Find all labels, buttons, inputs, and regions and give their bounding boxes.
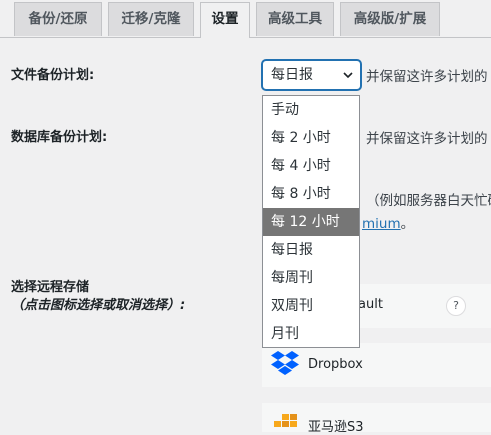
note-suffix: 。 (400, 216, 415, 232)
dropbox-label: Dropbox (308, 357, 363, 372)
nav-tabs: 备份/还原 迁移/克隆 设置 高级工具 高级版/扩展 (0, 0, 491, 38)
file-retain-text: 并保留这许多计划的 (366, 69, 488, 85)
dropbox-icon (271, 351, 299, 375)
premium-link[interactable]: mium (362, 216, 401, 232)
storage-option-amazon-s3[interactable]: 亚马逊S3 (262, 403, 491, 435)
tab-backup-restore[interactable]: 备份/还原 (14, 2, 102, 36)
option-fortnightly[interactable]: 双周刊 (263, 292, 359, 320)
tab-migrate-clone[interactable]: 迁移/克隆 (108, 2, 194, 36)
option-every-12-hours[interactable]: 每 12 小时 (263, 208, 359, 236)
remote-storage-label: 选择远程存储 (11, 280, 90, 295)
help-icon[interactable]: ? (446, 296, 466, 316)
tab-settings[interactable]: 设置 (200, 2, 250, 38)
option-every-4-hours[interactable]: 每 4 小时 (263, 152, 359, 180)
file-backup-selected-value: 每日报 (271, 67, 313, 83)
remote-storage-hint: （点击图标选择或取消选择）: (11, 298, 186, 313)
storage-option-dropbox[interactable]: Dropbox (262, 343, 491, 387)
file-backup-schedule-label: 文件备份计划: (11, 68, 95, 83)
option-manual[interactable]: 手动 (263, 96, 359, 124)
tab-premium-extensions[interactable]: 高级版/扩展 (340, 2, 440, 36)
amazon-s3-icon (274, 414, 297, 427)
option-weekly[interactable]: 每周刊 (263, 264, 359, 292)
schedule-note-text: （例如服务器白天忙碌 (366, 193, 491, 209)
option-every-8-hours[interactable]: 每 8 小时 (263, 180, 359, 208)
option-daily[interactable]: 每日报 (263, 236, 359, 264)
chevron-down-icon (343, 72, 353, 79)
db-retain-text: 并保留这许多计划的 (366, 131, 488, 147)
amazon-s3-label: 亚马逊S3 (308, 420, 364, 435)
option-monthly[interactable]: 月刊 (263, 320, 359, 348)
schedule-note-line2: mium。 (362, 212, 414, 232)
db-backup-schedule-label: 数据库备份计划: (11, 130, 108, 145)
tab-advanced-tools[interactable]: 高级工具 (256, 2, 334, 36)
file-backup-schedule-select[interactable]: 每日报 (262, 60, 361, 90)
option-every-2-hours[interactable]: 每 2 小时 (263, 124, 359, 152)
schedule-dropdown-list: 手动 每 2 小时 每 4 小时 每 8 小时 每 12 小时 每日报 每周刊 … (262, 95, 360, 348)
vault-label: ault (358, 297, 383, 312)
